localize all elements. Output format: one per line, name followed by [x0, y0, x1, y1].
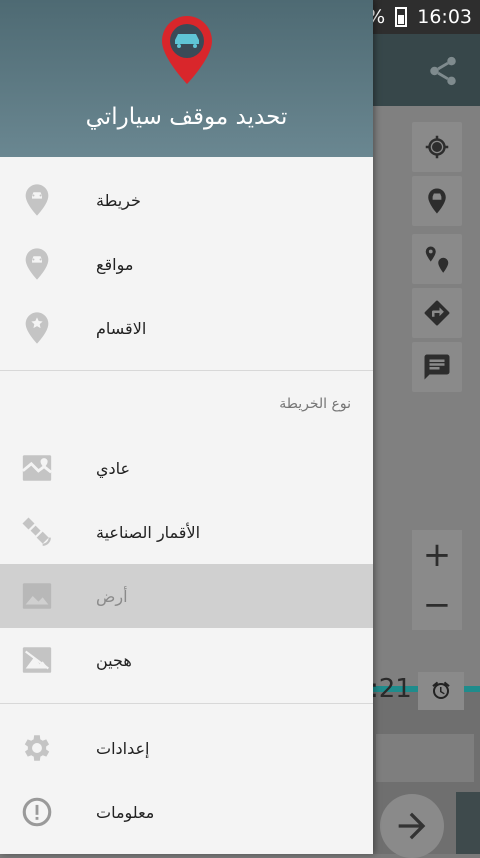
arrow-right-icon: [398, 812, 426, 840]
menu-item-label: إعدادات: [96, 738, 150, 758]
comment-button[interactable]: [412, 342, 462, 392]
divider: [0, 370, 373, 371]
car-pin-icon: [20, 247, 54, 281]
menu-item-label: الاقسام: [96, 318, 147, 338]
directions-icon: [424, 300, 450, 326]
navigate-button[interactable]: [380, 794, 444, 858]
crosshair-icon: [425, 135, 449, 159]
clock: 16:03: [417, 6, 472, 28]
map-type-normal[interactable]: عادي: [0, 436, 373, 500]
navigation-drawer: تحديد موقف سياراتي خريطة مواقع الاقسام ن…: [0, 0, 373, 854]
note-field[interactable]: [376, 734, 474, 782]
menu-item-info[interactable]: معلومات: [0, 780, 373, 844]
divider: [0, 703, 373, 704]
gear-icon: [20, 731, 54, 765]
menu-item-label: معلومات: [96, 802, 155, 822]
both-locations-button[interactable]: [412, 234, 462, 284]
hybrid-icon: [20, 643, 54, 677]
map-icon: [20, 451, 54, 485]
menu-item-label: خريطة: [96, 190, 141, 210]
menu-item-label: هجين: [96, 650, 132, 670]
battery-icon: [395, 7, 408, 27]
car-location-button[interactable]: [412, 176, 462, 226]
menu-item-categories[interactable]: الاقسام: [0, 296, 373, 360]
menu-item-label: أرض: [96, 586, 128, 606]
zoom-out-button[interactable]: −: [412, 580, 462, 630]
location-car-icon: [425, 246, 449, 273]
alarm-clock-icon: [432, 681, 450, 699]
terrain-icon: [20, 579, 54, 613]
app-title: تحديد موقف سياراتي: [85, 104, 288, 130]
alarm-button[interactable]: [418, 672, 464, 710]
menu-item-label: مواقع: [96, 254, 134, 274]
map-type-terrain[interactable]: أرض: [0, 564, 373, 628]
comment-icon: [424, 354, 450, 380]
share-icon[interactable]: [426, 54, 460, 88]
satellite-icon: [20, 515, 54, 549]
my-location-button[interactable]: [412, 122, 462, 172]
info-icon: [20, 795, 54, 829]
menu-item-label: الأقمار الصناعية: [96, 522, 201, 542]
zoom-in-button[interactable]: +: [412, 530, 462, 580]
car-pin-icon: [20, 183, 54, 217]
timer-text: :21: [370, 674, 412, 704]
menu-item-label: عادي: [96, 458, 131, 478]
star-pin-icon: [20, 311, 54, 345]
menu-item-map[interactable]: خريطة: [0, 168, 373, 232]
section-title-map-type: نوع الخريطة: [279, 396, 351, 412]
menu-item-settings[interactable]: إعدادات: [0, 716, 373, 780]
drawer-header: تحديد موقف سياراتي: [0, 0, 373, 157]
map-type-satellite[interactable]: الأقمار الصناعية: [0, 500, 373, 564]
bottom-strip: [456, 792, 480, 854]
menu-item-locations[interactable]: مواقع: [0, 232, 373, 296]
car-pin-icon: [428, 188, 446, 214]
directions-button[interactable]: [412, 288, 462, 338]
car-pin-logo-icon: [160, 14, 214, 86]
map-type-hybrid[interactable]: هجين: [0, 628, 373, 692]
